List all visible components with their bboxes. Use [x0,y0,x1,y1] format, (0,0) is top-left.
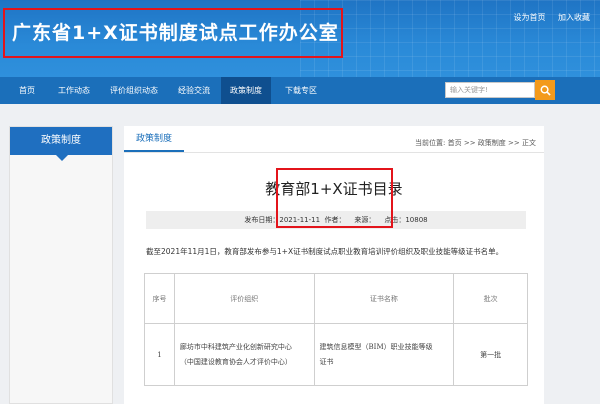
nav-item-downloads[interactable]: 下载专区 [277,77,325,104]
table-row: 1 廊坊市中科建筑产业化创新研究中心 （中国建设教育协会人才评价中心） 建筑信息… [144,323,528,386]
sidebar: 政策制度 [9,126,113,404]
row-no: 1 [144,323,175,386]
search-icon [540,85,551,96]
nav-item-experience[interactable]: 经验交流 [170,77,218,104]
title-highlight-box-article [276,168,393,228]
header-org: 评价组织 [173,273,315,324]
header-cert: 证书名称 [313,273,455,324]
cert-line-1: 建筑信息模型（BIM）职业技能等级 [319,342,433,351]
top-links: 设为首页 加入收藏 [503,12,590,23]
table-header-row: 序号 评价组织 证书名称 批次 [144,273,528,324]
site-header: 广东省1+X证书制度试点工作办公室 设为首页 加入收藏 [0,0,600,77]
certificate-table: 序号 评价组织 证书名称 批次 1 廊坊市中科建筑产业化创新研究中心 （中国建设… [144,273,528,386]
search-button[interactable] [535,80,555,100]
sidebar-heading: 政策制度 [10,127,112,161]
org-line-2: （中国建设教育协会人才评价中心） [179,357,292,366]
row-cert: 建筑信息模型（BIM）职业技能等级 证书 [313,323,455,386]
header-no: 序号 [144,273,175,324]
set-homepage-link[interactable]: 设为首页 [513,13,545,22]
date-label: 发布日期： [244,216,280,224]
org-line-1: 廊坊市中科建筑产业化创新研究中心 [179,342,292,351]
article-intro: 截至2021年11月1日，教育部发布参与1+X证书制度试点职业教育培训评价组织及… [146,247,504,256]
row-batch: 第一批 [453,323,528,386]
row-org: 廊坊市中科建筑产业化创新研究中心 （中国建设教育协会人才评价中心） [173,323,315,386]
nav-item-work-news[interactable]: 工作动态 [50,77,98,104]
nav-item-org-news[interactable]: 评价组织动态 [104,77,164,104]
cert-line-2: 证书 [319,357,334,366]
title-highlight-box [3,8,343,58]
article-panel: 政策制度 当前位置: 首页 >> 政策制度 >> 正文 教育部1+X证书目录 发… [124,126,544,404]
nav-item-home[interactable]: 首页 [10,77,44,104]
hits-count: 10808 [405,216,428,224]
breadcrumb[interactable]: 当前位置: 首页 >> 政策制度 >> 正文 [415,138,536,148]
header-batch: 批次 [453,273,528,324]
add-favorite-link[interactable]: 加入收藏 [558,13,590,22]
section-tab: 政策制度 [124,126,185,152]
nav-item-policy[interactable]: 政策制度 [221,77,271,104]
search-input[interactable]: 输入关键字! [445,82,535,98]
section-divider [124,152,544,153]
